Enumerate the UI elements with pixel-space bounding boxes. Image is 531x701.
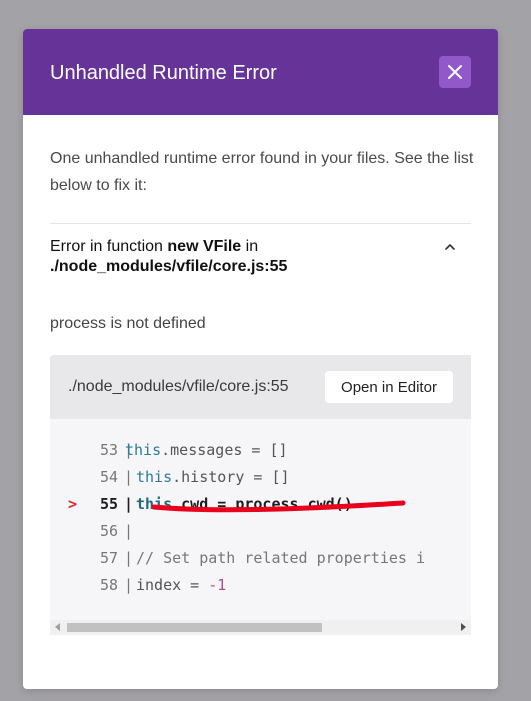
code-frame: ./node_modules/vfile/core.js:55 Open in … — [50, 355, 471, 635]
line-separator: | — [124, 468, 134, 486]
code-token: index = — [136, 576, 209, 594]
error-prefix: Error in function — [50, 238, 168, 255]
line-separator: | — [124, 549, 134, 567]
keyword-token: this — [125, 441, 162, 459]
error-in-word: in — [241, 238, 259, 255]
line-separator: | — [124, 495, 134, 513]
error-heading: Error in function new VFile in ./node_mo… — [50, 237, 450, 277]
code-line: 57 |// Set path related properties i — [50, 545, 471, 572]
code-token: .cwd = process.cwd() — [172, 495, 353, 513]
code-token: .messages = [] — [161, 441, 288, 459]
code-frame-header: ./node_modules/vfile/core.js:55 Open in … — [50, 355, 471, 419]
close-icon — [448, 65, 462, 79]
error-location: ./node_modules/vfile/core.js:55 — [50, 258, 288, 275]
line-number: 58 — [99, 576, 118, 594]
intro-text: One unhandled runtime error found in you… — [50, 150, 474, 194]
code-line: 54 | this.history = [] — [50, 464, 471, 491]
open-in-editor-button[interactable]: Open in Editor — [325, 371, 453, 403]
modal-title: Unhandled Runtime Error — [50, 62, 277, 84]
line-source: // Set path related properties i — [136, 545, 425, 572]
horizontal-scrollbar[interactable] — [50, 620, 471, 635]
line-number: 55 — [99, 495, 118, 513]
code-token: .history = [] — [172, 468, 290, 486]
line-source: this.messages = [] — [125, 437, 288, 464]
code-lines: 53 | this.messages = [] 54 | this.history = [… — [50, 437, 471, 599]
code-line: >55 | this.cwd = process.cwd() — [50, 491, 471, 518]
close-button[interactable] — [439, 56, 471, 88]
number-token: -1 — [208, 576, 227, 594]
code-token: // Set path related properties i — [136, 549, 425, 567]
keyword-token: this — [136, 495, 173, 513]
error-function-name: new VFile — [167, 238, 242, 255]
error-modal: Unhandled Runtime Error One unhandled ru… — [23, 29, 498, 689]
code-line: 53 | this.messages = [] — [50, 437, 471, 464]
modal-header: Unhandled Runtime Error — [23, 29, 498, 115]
code-line: 56 | — [50, 518, 471, 545]
line-source: this.cwd = process.cwd() — [136, 491, 353, 518]
divider — [50, 223, 471, 224]
line-number: 57 — [99, 549, 118, 567]
line-separator: | — [124, 576, 134, 594]
scroll-left-arrow-icon[interactable] — [55, 623, 60, 631]
error-message: process is not defined — [50, 315, 206, 332]
scrollbar-thumb[interactable] — [67, 623, 322, 632]
line-separator: | — [124, 522, 134, 540]
error-line-marker: > — [68, 495, 78, 513]
line-number: 53 — [99, 441, 118, 459]
keyword-token: this — [136, 468, 173, 486]
line-number: 54 — [99, 468, 118, 486]
line-source: index = -1 — [136, 572, 226, 599]
code-file-path: ./node_modules/vfile/core.js:55 — [68, 378, 289, 395]
line-number: 56 — [99, 522, 118, 540]
scroll-right-arrow-icon[interactable] — [461, 623, 466, 631]
chevron-up-icon[interactable] — [443, 241, 457, 253]
code-line: 58 | index = -1 — [50, 572, 471, 599]
line-source: this.history = [] — [136, 464, 290, 491]
